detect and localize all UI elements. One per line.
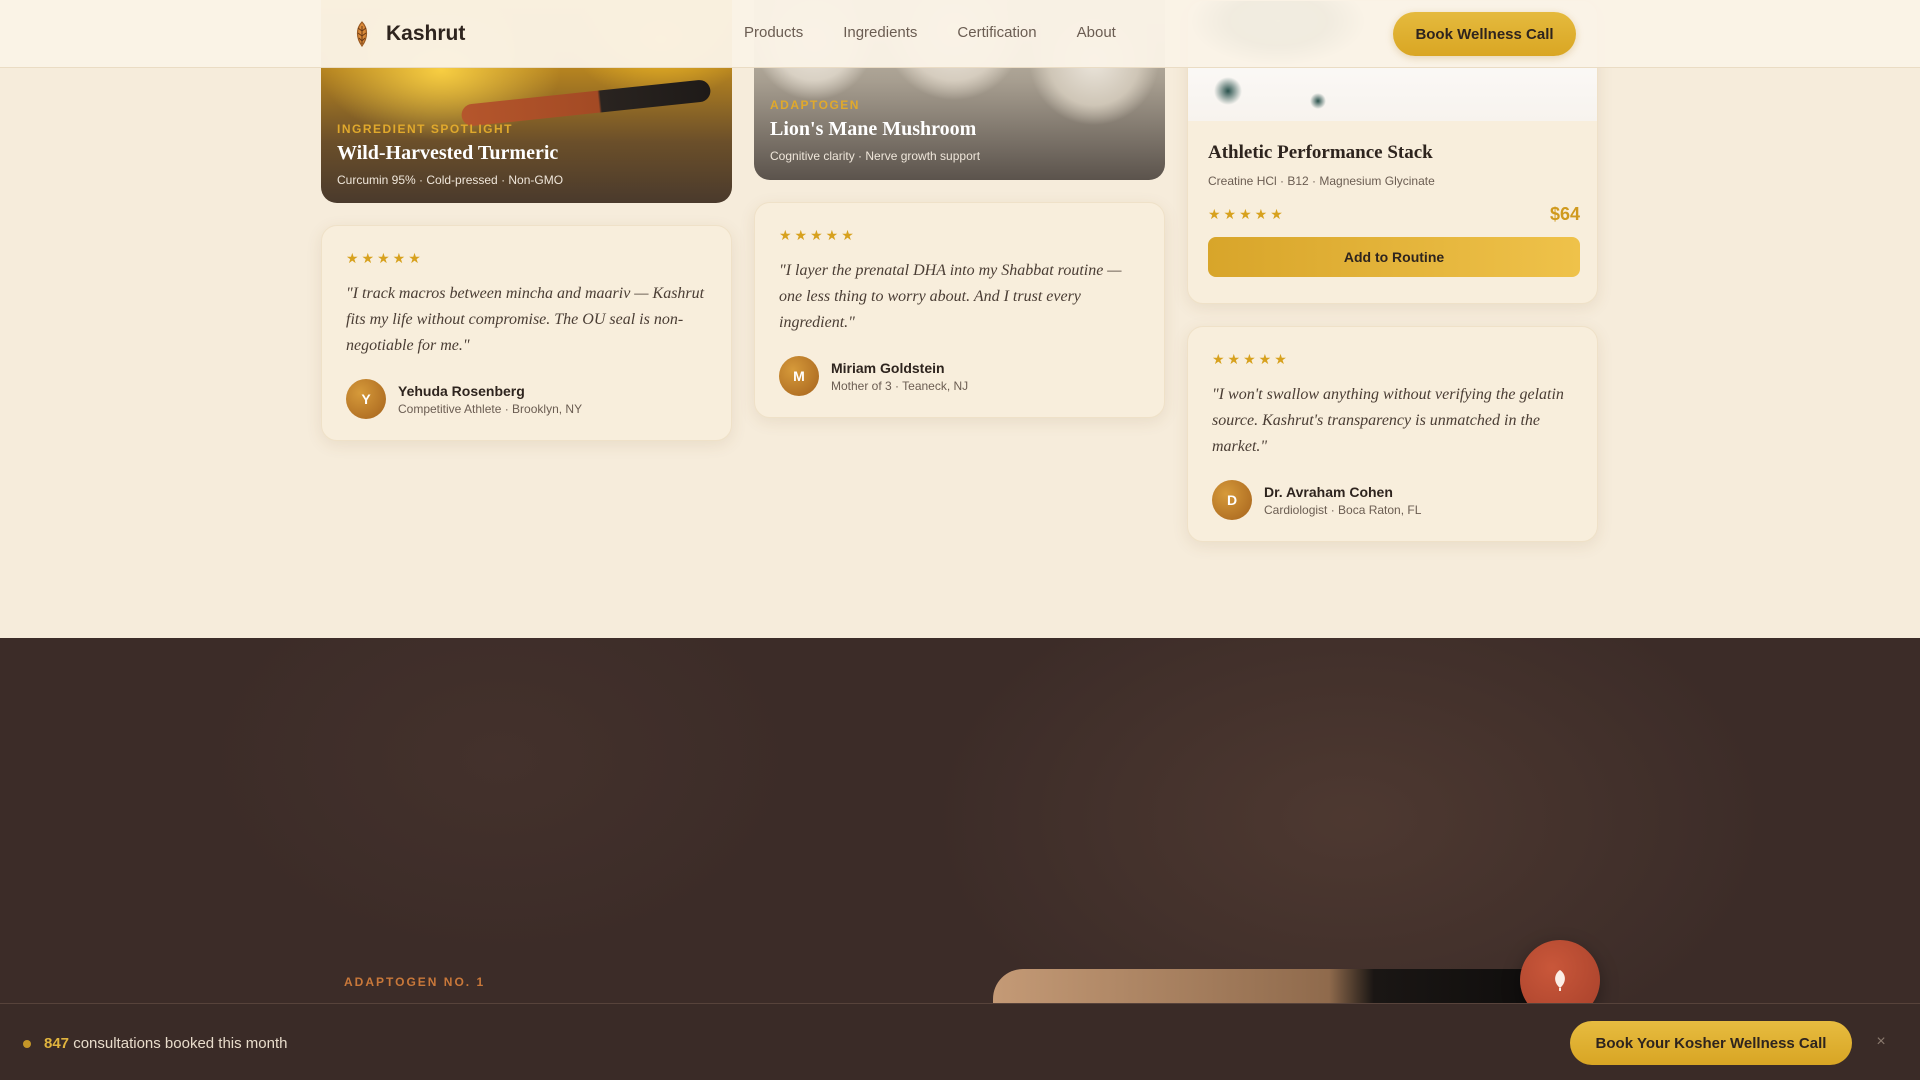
author-name: Dr. Avraham Cohen [1264, 483, 1393, 500]
consultations-label: consultations booked this month [69, 1035, 288, 1052]
nav-links: Products Ingredients Certification About [744, 24, 1116, 41]
product-rating-row: ★★★★★ $64 [1208, 204, 1580, 225]
product-body: Athletic Performance Stack Creatine HCl … [1208, 142, 1580, 277]
testimonial-quote: "I won't swallow anything without verify… [1212, 386, 1564, 455]
kashrut-logo-icon [356, 21, 368, 48]
nav-link-products[interactable]: Products [744, 24, 803, 41]
rating-stars: ★★★★★ [346, 250, 424, 266]
rating-stars: ★★★★★ [1212, 351, 1290, 367]
nav-link-ingredients[interactable]: Ingredients [843, 24, 917, 41]
spotlight-caption: ADAPTOGEN Lion's Mane Mushroom Cognitive… [770, 98, 980, 163]
consultations-count: 847 [44, 1035, 70, 1052]
testimonial-card: ★★★★★ "I won't swallow anything without … [1187, 326, 1598, 542]
spotlight-details: Cognitive clarity · Nerve growth support [770, 149, 981, 163]
testimonial-author: Y Yehuda Rosenberg Competitive Athlete ·… [346, 379, 707, 419]
consultations-counter: 847 consultations booked this month [44, 1035, 288, 1052]
rating-stars: ★★★★★ [779, 227, 857, 243]
feature-kicker: ADAPTOGEN NO. 1 [344, 975, 486, 989]
book-kosher-wellness-call-button[interactable]: Book Your Kosher Wellness Call [1570, 1021, 1852, 1065]
nav-link-certification[interactable]: Certification [957, 24, 1036, 41]
spotlight-title: Wild-Harvested Turmeric [337, 142, 559, 164]
live-indicator-dot [23, 1040, 31, 1048]
product-price: $64 [1549, 204, 1580, 224]
spotlight-details: Curcumin 95% · Cold-pressed · Non-GMO [337, 173, 564, 187]
author-name: Yehuda Rosenberg [398, 382, 525, 399]
spotlight-kicker: INGREDIENT SPOTLIGHT [337, 122, 514, 136]
author-meta: Cardiologist · Boca Raton, FL [1264, 502, 1422, 517]
nav-link-about[interactable]: About [1077, 24, 1116, 41]
product-tags: Creatine HCl · B12 · Magnesium Glycinate [1208, 174, 1435, 188]
avatar: D [1212, 480, 1252, 520]
add-to-routine-button[interactable]: Add to Routine [1208, 237, 1580, 277]
close-icon[interactable]: × [1873, 1032, 1889, 1052]
author-meta: Competitive Athlete · Brooklyn, NY [398, 401, 583, 416]
author-meta: Mother of 3 · Teaneck, NJ [831, 378, 969, 393]
spotlight-kicker: ADAPTOGEN [770, 98, 860, 112]
testimonial-card: ★★★★★ "I layer the prenatal DHA into my … [754, 202, 1165, 418]
spotlight-title: Lion's Mane Mushroom [770, 118, 977, 140]
sticky-booking-bar: 847 consultations booked this month Book… [0, 1003, 1920, 1080]
product-title: Athletic Performance Stack [1208, 142, 1433, 163]
leaf-icon [1555, 970, 1565, 991]
top-nav: Kashrut Products Ingredients Certificati… [0, 0, 1920, 68]
testimonial-author: M Miriam Goldstein Mother of 3 · Teaneck… [779, 356, 1140, 396]
testimonial-quote: "I track macros between mincha and maari… [346, 285, 705, 354]
wooden-spoon-image [460, 78, 712, 128]
brand[interactable]: Kashrut [350, 20, 465, 48]
avatar: M [779, 356, 819, 396]
brand-name: Kashrut [386, 22, 466, 45]
avatar: Y [346, 379, 386, 419]
testimonial-quote: "I layer the prenatal DHA into my Shabba… [779, 262, 1122, 331]
testimonial-card: ★★★★★ "I track macros between mincha and… [321, 225, 732, 441]
spotlight-caption: INGREDIENT SPOTLIGHT Wild-Harvested Turm… [337, 122, 563, 187]
book-wellness-call-button[interactable]: Book Wellness Call [1393, 12, 1576, 56]
author-name: Miriam Goldstein [831, 359, 945, 376]
rating-stars: ★★★★★ [1208, 206, 1286, 222]
testimonial-author: D Dr. Avraham Cohen Cardiologist · Boca … [1212, 480, 1573, 520]
